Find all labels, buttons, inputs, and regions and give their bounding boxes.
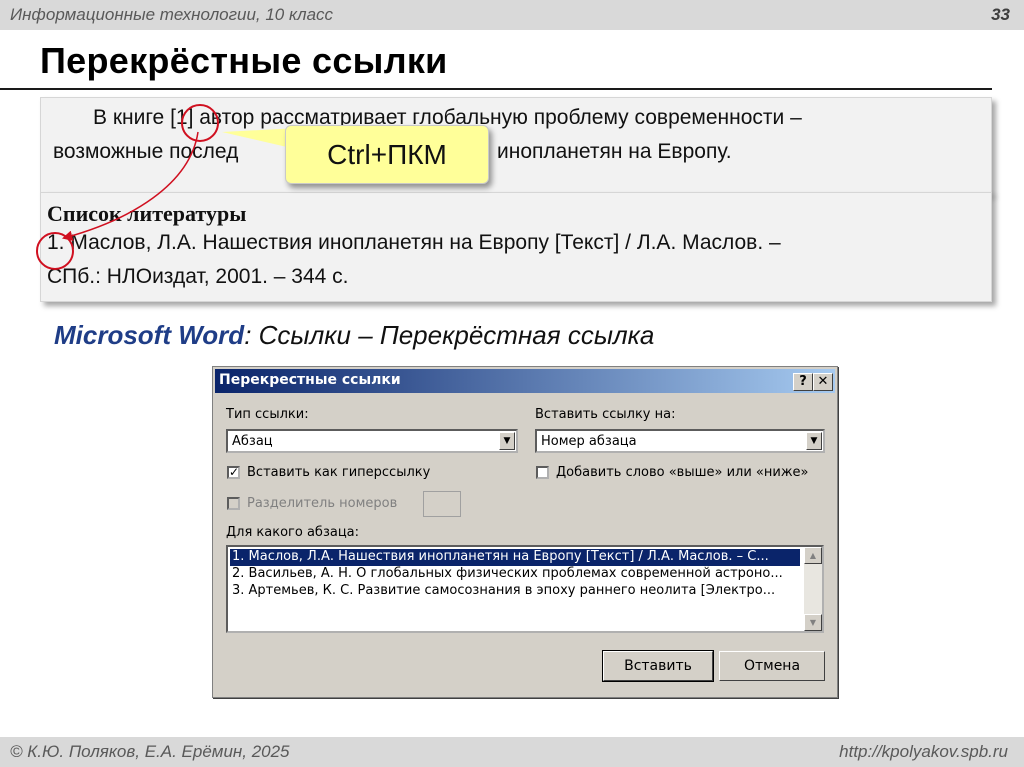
above-below-checkbox-label[interactable]: Добавить слово «выше» или «ниже»	[556, 465, 809, 480]
insert-button[interactable]: Вставить	[602, 650, 714, 682]
app-name: Microsoft Word	[54, 320, 245, 350]
slide-title: Перекрёстные ссылки	[40, 40, 448, 81]
above-below-checkbox[interactable]	[536, 466, 549, 479]
close-button[interactable]: ✕	[813, 373, 833, 391]
shortcut-callout: Ctrl+ПКМ	[285, 125, 489, 184]
menu-path-caption: Microsoft Word: Ссылки – Перекрёстная сс…	[54, 320, 654, 351]
scroll-down-icon[interactable]: ▼	[804, 614, 822, 631]
paragraph-list[interactable]: 1. Маслов, Л.А. Нашествия инопланетян на…	[226, 545, 824, 633]
footer-site-link[interactable]: http://kpolyakov.spb.ru	[839, 742, 1008, 762]
separator-checkbox-label: Разделитель номеров	[247, 496, 398, 511]
ref-type-select[interactable]: Абзац ▼	[226, 429, 518, 453]
reference-highlight-circle	[181, 104, 219, 142]
cancel-button[interactable]: Отмена	[719, 651, 825, 681]
ref-type-label: Тип ссылки:	[226, 407, 309, 422]
slide-number: 33	[991, 5, 1010, 24]
chevron-down-icon[interactable]: ▼	[806, 432, 822, 450]
example-text-line-2-start: возможные послед	[53, 140, 239, 163]
caption-colon: :	[244, 320, 252, 350]
chevron-down-icon[interactable]: ▼	[499, 432, 515, 450]
list-item[interactable]: 1. Маслов, Л.А. Нашествия инопланетян на…	[230, 549, 800, 566]
slide-header: Информационные технологии, 10 класс 33	[0, 0, 1024, 30]
dialog-title: Перекрестные ссылки	[219, 372, 401, 388]
help-button[interactable]: ?	[793, 373, 813, 391]
example-text-line-2-end: инопланетян на Европу.	[497, 140, 732, 163]
list-scrollbar[interactable]: ▲ ▼	[804, 547, 822, 631]
bibliography-entry-line-1: 1. Маслов, Л.А. Нашествия инопланетян на…	[47, 231, 781, 254]
bibliography-entry-line-2: СПб.: НЛОиздат, 2001. – 344 с.	[47, 265, 349, 288]
scroll-up-icon[interactable]: ▲	[804, 547, 822, 564]
which-paragraph-label: Для какого абзаца:	[226, 525, 360, 540]
list-item[interactable]: 2. Васильев, А. Н. О глобальных физическ…	[230, 566, 800, 583]
bibliography-heading: Список литературы	[47, 201, 247, 226]
example-text-box: В книге [1] автор рассматривает глобальн…	[40, 97, 992, 194]
slide-footer: © К.Ю. Поляков, Е.А. Ерёмин, 2025 http:/…	[0, 737, 1024, 767]
insert-ref-value: Номер абзаца	[541, 434, 637, 449]
insert-ref-label: Вставить ссылку на:	[535, 407, 676, 422]
insert-ref-select[interactable]: Номер абзаца ▼	[535, 429, 825, 453]
footer-authors: © К.Ю. Поляков, Е.А. Ерёмин, 2025	[10, 742, 290, 761]
ref-type-value: Абзац	[232, 434, 273, 449]
hyperlink-checkbox-label[interactable]: Вставить как гиперссылку	[247, 465, 430, 480]
hyperlink-checkbox[interactable]: ✓	[227, 466, 240, 479]
cross-reference-dialog: Перекрестные ссылки ? ✕ Тип ссылки: Абза…	[212, 366, 838, 698]
bibliography-box: Список литературы 1. Маслов, Л.А. Нашест…	[40, 192, 992, 302]
course-title: Информационные технологии, 10 класс	[10, 5, 334, 24]
separator-checkbox	[227, 497, 240, 510]
separator-input	[423, 491, 461, 517]
menu-path: Ссылки – Перекрёстная ссылка	[258, 320, 655, 350]
entry-highlight-circle	[36, 232, 74, 270]
title-divider	[0, 88, 992, 90]
list-item[interactable]: 3. Артемьев, К. С. Развитие самосознания…	[230, 583, 800, 600]
dialog-titlebar[interactable]: Перекрестные ссылки ? ✕	[215, 369, 835, 393]
